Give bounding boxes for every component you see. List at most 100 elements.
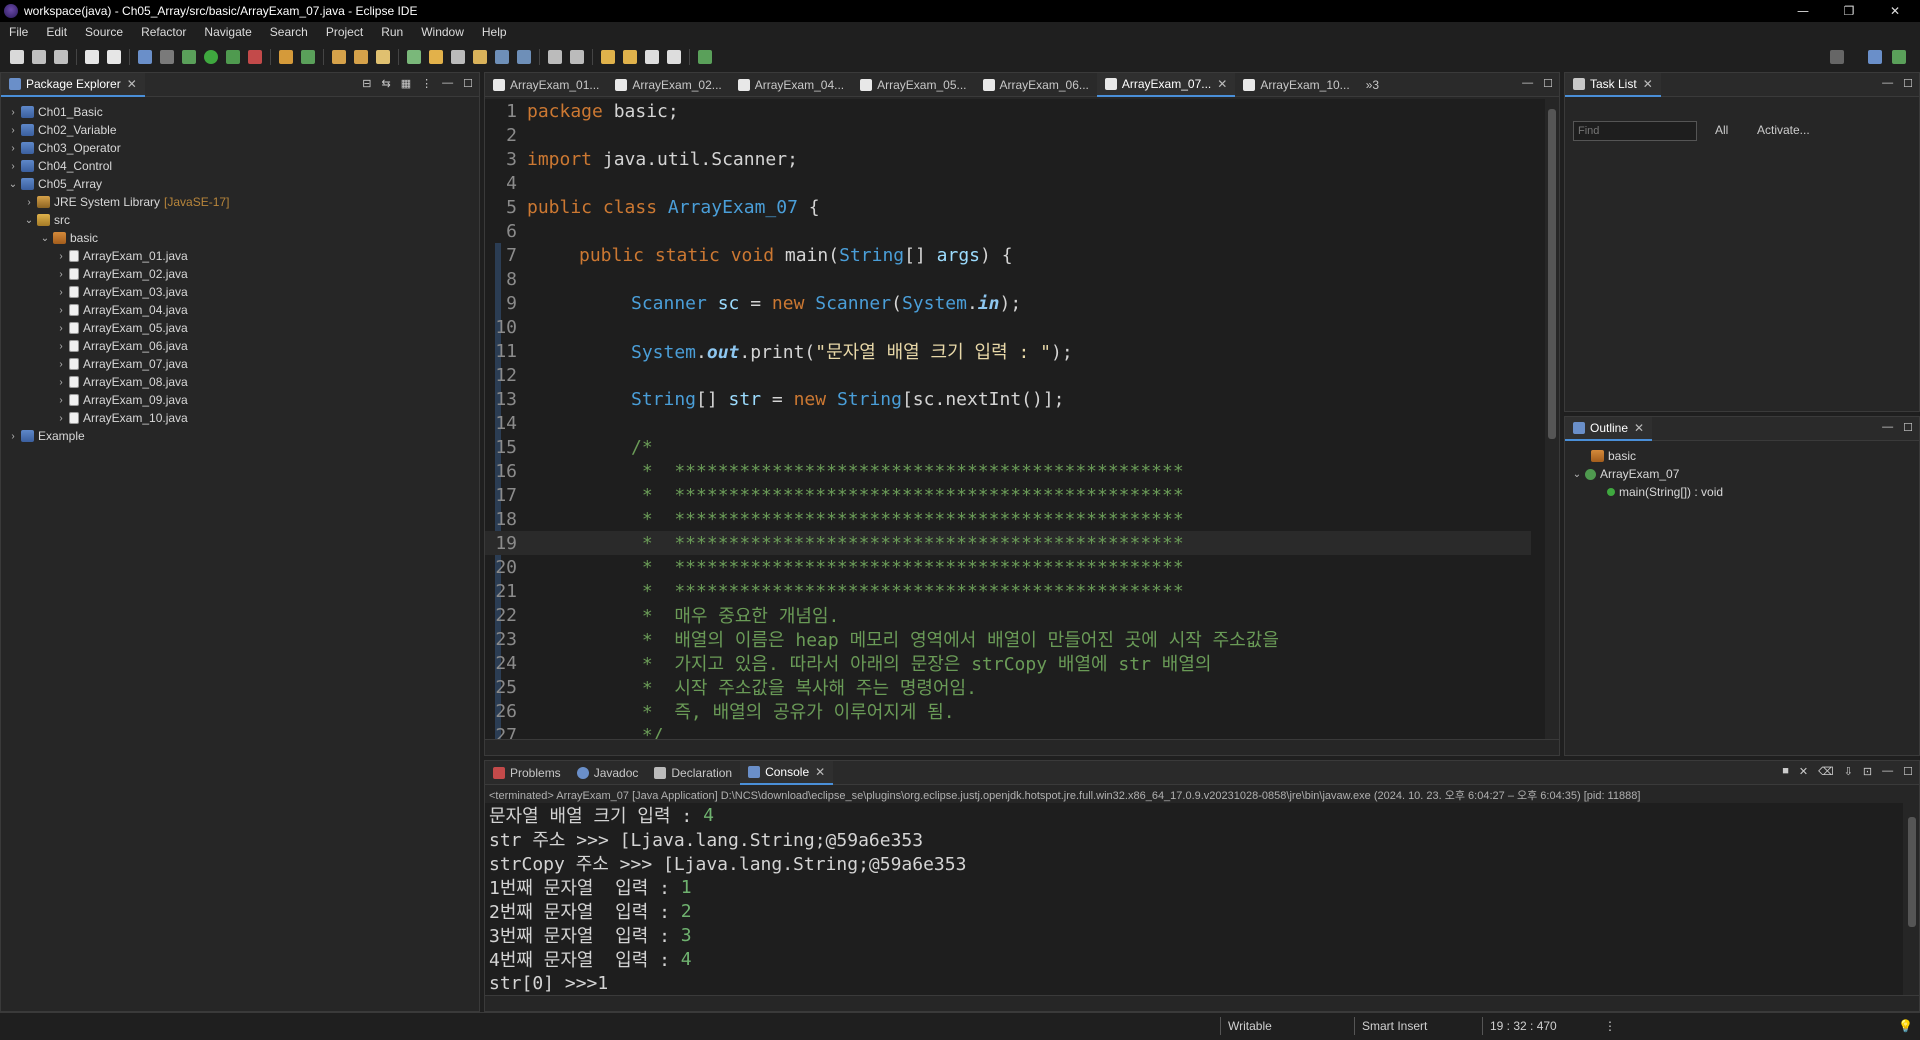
chevron-right-icon[interactable]: › — [55, 341, 67, 352]
console-vertical-scrollbar[interactable] — [1905, 803, 1919, 995]
save-icon[interactable] — [32, 50, 46, 64]
editor-tab[interactable]: ArrayExam_10... — [1235, 73, 1357, 97]
menu-source[interactable]: Source — [76, 25, 132, 39]
chevron-right-icon[interactable]: › — [7, 431, 19, 442]
previous-annotation-icon[interactable] — [570, 50, 584, 64]
next-edit-location-icon[interactable] — [623, 50, 637, 64]
tree-item-ch03-operator[interactable]: › Ch03_Operator — [1, 139, 479, 157]
menu-edit[interactable]: Edit — [37, 25, 76, 39]
scroll-lock-icon[interactable]: ⇩ — [1844, 765, 1853, 778]
terminate-icon[interactable]: ■ — [1782, 765, 1789, 778]
menu-search[interactable]: Search — [261, 25, 317, 39]
tree-item-src[interactable]: ⌄ src — [1, 211, 479, 229]
tab-javadoc[interactable]: Javadoc — [569, 761, 647, 785]
chevron-right-icon[interactable]: › — [23, 197, 35, 208]
collapse-all-icon[interactable]: ⊟ — [362, 77, 371, 90]
outline-item-class[interactable]: ⌄ ArrayExam_07 — [1565, 465, 1919, 483]
editor-tab[interactable]: ArrayExam_05... — [852, 73, 974, 97]
last-edit-location-icon[interactable] — [601, 50, 615, 64]
highlight-icon[interactable] — [429, 50, 443, 64]
editor-tab[interactable]: ArrayExam_02... — [607, 73, 729, 97]
tree-item-java-file[interactable]: › ArrayExam_08.java — [1, 373, 479, 391]
close-icon[interactable]: ✕ — [1643, 77, 1653, 91]
run-icon[interactable] — [204, 50, 218, 64]
menu-run[interactable]: Run — [372, 25, 412, 39]
tree-item-example[interactable]: › Example — [1, 427, 479, 445]
find-input[interactable] — [1573, 121, 1697, 141]
menu-refactor[interactable]: Refactor — [132, 25, 195, 39]
toggle-breadcrumb-icon[interactable] — [451, 50, 465, 64]
filter-icon[interactable]: ▦ — [401, 77, 411, 90]
tree-item-java-file[interactable]: › ArrayExam_07.java — [1, 355, 479, 373]
close-icon[interactable]: ✕ — [1217, 77, 1227, 91]
open-type-icon[interactable] — [332, 50, 346, 64]
scrollbar-thumb[interactable] — [1548, 109, 1556, 439]
forward-arrow-icon[interactable] — [667, 50, 681, 64]
maximize-view-icon[interactable]: ☐ — [1903, 77, 1913, 90]
editor-tab-active[interactable]: ArrayExam_07... ✕ — [1096, 72, 1236, 97]
menu-navigate[interactable]: Navigate — [195, 25, 260, 39]
editor-tab[interactable]: ArrayExam_04... — [730, 73, 852, 97]
chevron-down-icon[interactable]: ⌄ — [23, 215, 35, 226]
new-class-icon[interactable] — [301, 50, 315, 64]
tree-item-java-file[interactable]: › ArrayExam_06.java — [1, 337, 479, 355]
tree-item-ch02-variable[interactable]: › Ch02_Variable — [1, 121, 479, 139]
console-output[interactable]: 문자열 배열 크기 입력 : 4 str 주소 >>> [Ljava.lang.… — [485, 803, 1903, 995]
back-arrow-icon[interactable] — [645, 50, 659, 64]
tab-console[interactable]: Console ✕ — [740, 760, 834, 785]
minimize-view-icon[interactable]: — — [1882, 421, 1893, 434]
editor-vertical-scrollbar[interactable] — [1545, 99, 1559, 739]
maximize-view-icon[interactable]: ☐ — [1543, 77, 1553, 90]
new-java-project-icon[interactable] — [279, 50, 293, 64]
debug-icon[interactable] — [182, 50, 196, 64]
filter-all-link[interactable]: All — [1715, 123, 1728, 137]
tree-item-java-file[interactable]: › ArrayExam_01.java — [1, 247, 479, 265]
maximize-view-icon[interactable]: ☐ — [1903, 765, 1913, 778]
remove-launch-icon[interactable]: ✕ — [1799, 765, 1808, 778]
toggle-mark-icon[interactable] — [407, 50, 421, 64]
outline-item-method[interactable]: main(String[]) : void — [1565, 483, 1919, 501]
tree-item-java-file[interactable]: › ArrayExam_09.java — [1, 391, 479, 409]
open-task-icon[interactable] — [354, 50, 368, 64]
maximize-view-icon[interactable]: ☐ — [1903, 421, 1913, 434]
open-perspective-icon[interactable] — [1868, 50, 1882, 64]
tree-item-ch05-array[interactable]: ⌄ Ch05_Array — [1, 175, 479, 193]
tree-item-jre-library[interactable]: › JRE System Library [JavaSE-17] — [1, 193, 479, 211]
tree-item-java-file[interactable]: › ArrayExam_03.java — [1, 283, 479, 301]
code-editor[interactable]: 1 package basic; 2 3 import java.util.Scan… — [485, 99, 1559, 739]
chevron-right-icon[interactable]: › — [55, 305, 67, 316]
chevron-right-icon[interactable]: › — [55, 251, 67, 262]
coverage-icon[interactable] — [226, 50, 240, 64]
menu-file[interactable]: File — [0, 25, 37, 39]
terminal-icon[interactable] — [138, 50, 152, 64]
tab-problems[interactable]: Problems — [485, 761, 569, 785]
view-menu-icon[interactable]: ⋮ — [421, 77, 432, 90]
outline-item-package[interactable]: basic — [1565, 447, 1919, 465]
search-icon[interactable] — [1830, 50, 1844, 64]
chevron-right-icon[interactable]: › — [55, 287, 67, 298]
external-tools-icon[interactable] — [248, 50, 262, 64]
tree-item-ch01-basic[interactable]: › Ch01_Basic — [1, 103, 479, 121]
tab-outline[interactable]: Outline ✕ — [1565, 416, 1653, 441]
maximize-view-icon[interactable]: ☐ — [463, 77, 473, 90]
menu-help[interactable]: Help — [473, 25, 516, 39]
next-annotation-icon[interactable] — [548, 50, 562, 64]
chevron-down-icon[interactable]: ⌄ — [39, 233, 51, 244]
save-all-icon[interactable] — [54, 50, 68, 64]
tab-overflow[interactable]: »3 — [1358, 73, 1387, 97]
menu-project[interactable]: Project — [317, 25, 372, 39]
tree-item-java-file[interactable]: › ArrayExam_02.java — [1, 265, 479, 283]
chevron-right-icon[interactable]: › — [55, 377, 67, 388]
close-icon[interactable]: ✕ — [1634, 421, 1644, 435]
menu-window[interactable]: Window — [412, 25, 473, 39]
minimize-view-icon[interactable]: — — [1882, 77, 1893, 90]
chevron-right-icon[interactable]: › — [55, 359, 67, 370]
link-editor-icon[interactable]: ⇆ — [382, 77, 391, 90]
tree-item-java-file[interactable]: › ArrayExam_04.java — [1, 301, 479, 319]
console-horizontal-scrollbar[interactable] — [485, 995, 1919, 1011]
minimize-view-icon[interactable]: — — [1522, 77, 1533, 90]
scrollbar-thumb[interactable] — [1908, 817, 1916, 927]
close-icon[interactable]: ✕ — [127, 77, 137, 91]
restore-button[interactable]: ❐ — [1826, 0, 1872, 22]
pin-editor-icon[interactable] — [698, 50, 712, 64]
